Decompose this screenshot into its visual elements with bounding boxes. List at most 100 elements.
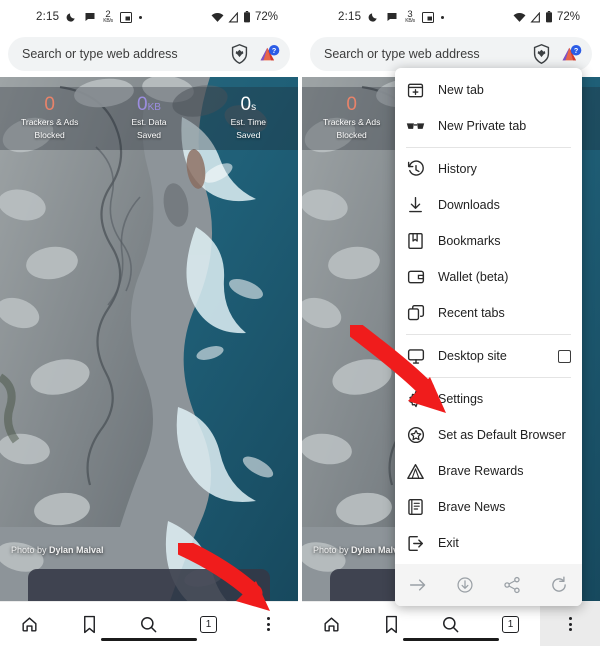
signal-icon [228, 11, 239, 23]
menu-separator [406, 377, 571, 378]
menu-separator [406, 334, 571, 335]
dot-icon [440, 15, 444, 19]
status-bar-left-group-right: 2:15 3 KB/s [338, 10, 444, 25]
stat-data-label-1: Est. Data [131, 116, 167, 127]
private-tab-glasses-icon [406, 117, 425, 136]
download-icon [406, 196, 425, 215]
menu-item-label: Set as Default Browser [438, 428, 566, 442]
home-icon [322, 615, 341, 634]
menu-footer-actions [395, 564, 582, 606]
search-input[interactable]: Search or type web address [22, 47, 221, 61]
wallet-icon [406, 268, 425, 287]
search-icon [441, 615, 460, 634]
screenshot-pair: 2:15 2 KB/s 72% Search or type web addre… [0, 0, 600, 646]
search-icon [139, 615, 158, 634]
svg-text:?: ? [574, 45, 578, 54]
system-home-indicator-right [403, 638, 499, 641]
menu-item-wallet[interactable]: Wallet (beta) [395, 259, 582, 295]
picture-in-picture-icon [119, 11, 132, 23]
stat-trackers-value: 0 [346, 94, 357, 115]
menu-item-history[interactable]: History [395, 151, 582, 187]
tab-count-value: 1 [507, 618, 514, 630]
sidebar-item-menu[interactable] [540, 602, 600, 646]
left-screen: 2:15 2 KB/s 72% Search or type web addre… [0, 0, 298, 646]
menu-item-label: New tab [438, 83, 484, 97]
stat-trackers-label-2: Blocked [336, 129, 367, 140]
network-speed-icon: 2 KB/s [103, 10, 113, 25]
history-clock-icon [406, 160, 425, 179]
reload-icon[interactable] [535, 576, 582, 594]
desktop-site-checkbox[interactable] [558, 349, 571, 363]
menu-item-label: Exit [438, 536, 459, 550]
stat-trackers-label-1: Trackers & Ads [323, 116, 381, 127]
download-circle-icon[interactable] [442, 576, 489, 594]
gear-icon [406, 390, 425, 409]
network-speed-icon: 3 KB/s [405, 10, 415, 25]
status-bar-left: 2:15 2 KB/s 72% [0, 0, 298, 34]
menu-item-new-tab[interactable]: New tab [395, 72, 582, 108]
menu-item-label: Brave Rewards [438, 464, 524, 478]
tab-count-value: 1 [205, 618, 212, 630]
stat-data-label-2: Saved [136, 129, 162, 140]
menu-item-bookmarks[interactable]: Bookmarks [395, 223, 582, 259]
omnibox-right[interactable]: Search or type web address ? [310, 37, 592, 71]
stat-trackers-label-1: Trackers & Ads [21, 116, 79, 127]
menu-item-settings[interactable]: Settings [395, 381, 582, 417]
status-time: 2:15 [36, 11, 60, 23]
desktop-monitor-icon [406, 347, 425, 366]
moon-icon [368, 12, 379, 23]
stat-time-value: 0s [240, 94, 257, 115]
brave-shield-icon[interactable] [532, 44, 551, 64]
menu-item-new-private-tab[interactable]: New Private tab [395, 108, 582, 144]
recent-tabs-icon [406, 304, 425, 323]
net-speed-unit-right: KB/s [405, 18, 415, 25]
stat-trackers-value: 0 [44, 94, 55, 115]
photo-author: Dylan Malval [49, 545, 104, 555]
sidebar-item-home[interactable] [0, 602, 60, 646]
menu-separator [406, 147, 571, 148]
stat-time-label-1: Est. Time [230, 116, 267, 127]
share-icon[interactable] [489, 576, 536, 594]
omnibox-left[interactable]: Search or type web address ? [8, 37, 290, 71]
status-bar-right-group: 72% [211, 11, 278, 23]
menu-item-label: Brave News [438, 500, 506, 514]
stat-time-label-2: Saved [236, 129, 261, 140]
picture-in-picture-icon [421, 11, 434, 23]
photo-credit-right: Photo by Dylan Malval [313, 545, 406, 555]
tab-count-icon: 1 [502, 615, 520, 633]
dot-icon [138, 15, 142, 19]
stat-data-saved: 0KB Est. Data Saved [99, 95, 198, 140]
menu-item-exit[interactable]: Exit [395, 525, 582, 561]
menu-item-desktop-site[interactable]: Desktop site [395, 338, 582, 374]
battery-percent-right: 72% [556, 11, 580, 23]
brave-shield-icon[interactable] [230, 44, 249, 64]
bookmark-book-icon [406, 232, 425, 251]
photo-credit-left: Photo by Dylan Malval [11, 545, 104, 555]
svg-text:?: ? [272, 45, 276, 54]
sidebar-item-menu[interactable] [238, 602, 298, 646]
brave-rewards-triangle-icon[interactable]: ? [560, 44, 582, 65]
forward-arrow-icon[interactable] [395, 577, 442, 593]
menu-item-recent-tabs[interactable]: Recent tabs [395, 295, 582, 331]
menu-item-set-default-browser[interactable]: Set as Default Browser [395, 417, 582, 453]
right-screen: 2:15 3 KB/s 72% Search or type web addre… [302, 0, 600, 646]
menu-item-downloads[interactable]: Downloads [395, 187, 582, 223]
moon-icon [66, 12, 77, 23]
menu-item-brave-news[interactable]: Brave News [395, 489, 582, 525]
stat-trackers-blocked: 0 Trackers & Ads Blocked [0, 95, 99, 140]
status-bar-right: 2:15 3 KB/s 72% [302, 0, 600, 34]
stat-trackers-blocked: 0 Trackers & Ads Blocked [302, 95, 401, 140]
news-peek-card-left[interactable] [28, 569, 270, 601]
news-icon [406, 498, 425, 517]
stat-trackers-label-2: Blocked [34, 129, 65, 140]
menu-item-label: Settings [438, 392, 484, 406]
stat-data-value: 0KB [137, 94, 161, 115]
menu-item-brave-rewards[interactable]: Brave Rewards [395, 453, 582, 489]
home-icon [20, 615, 39, 634]
brave-rewards-triangle-icon[interactable]: ? [258, 44, 280, 65]
omnibox-container-left: Search or type web address ? [0, 34, 298, 77]
search-input[interactable]: Search or type web address [324, 47, 523, 61]
tab-count-icon: 1 [200, 615, 218, 633]
exit-icon [406, 534, 425, 553]
sidebar-item-home[interactable] [302, 602, 362, 646]
